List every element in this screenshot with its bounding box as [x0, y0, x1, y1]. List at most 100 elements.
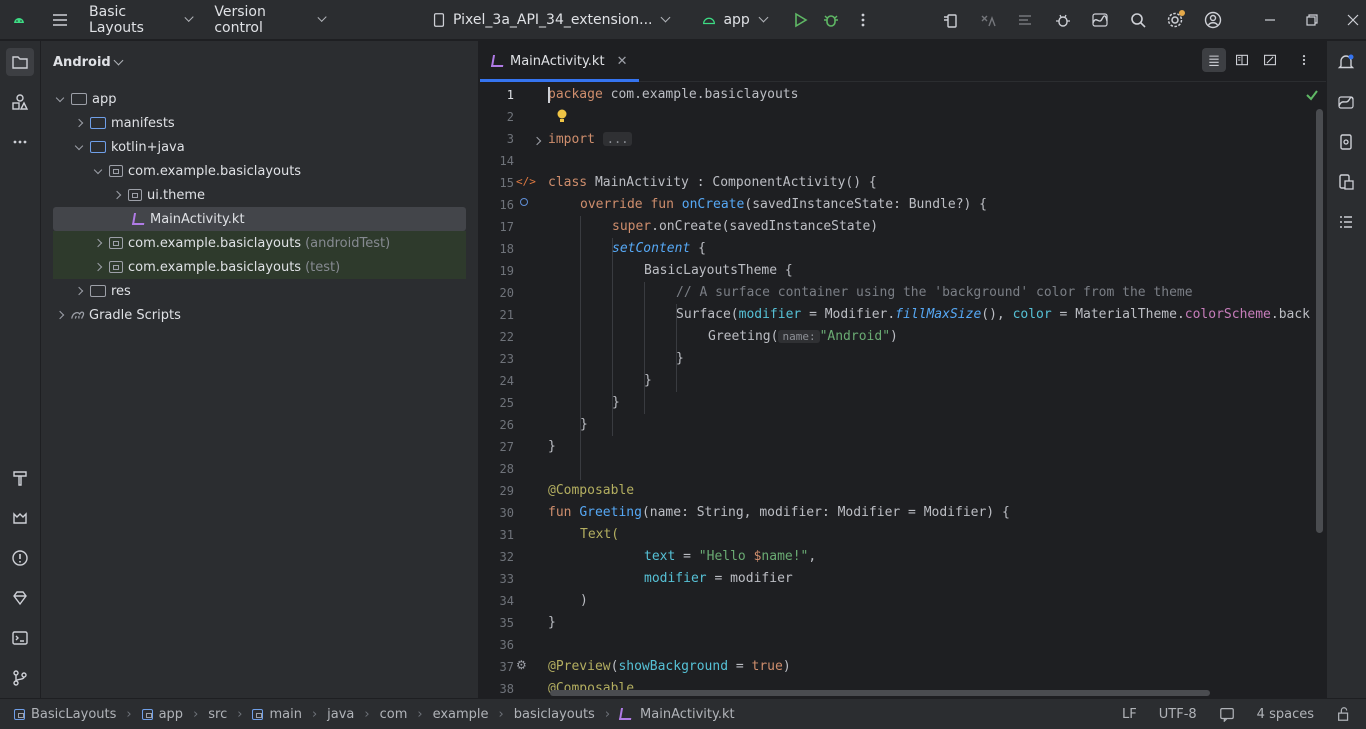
breadcrumb-item[interactable]: BasicLayouts [31, 707, 116, 722]
tree-item-gradle-scripts[interactable]: Gradle Scripts [53, 303, 466, 327]
code-editor[interactable]: package com.example.basiclayouts import … [548, 84, 1324, 698]
horizontal-scrollbar[interactable] [550, 690, 1210, 696]
bug-icon[interactable] [1050, 6, 1076, 34]
line-number: 23 [499, 352, 514, 366]
close-tab-icon[interactable]: ✕ [617, 54, 628, 69]
inspection-ok-icon[interactable] [1306, 89, 1318, 101]
tree-item-label: manifests [111, 115, 175, 131]
read-only-lock-icon[interactable] [1336, 706, 1352, 722]
line-number: 28 [499, 462, 514, 476]
module-icon [252, 708, 264, 720]
profiler-icon[interactable] [1087, 6, 1113, 34]
code-line: package com.example.basiclayouts [548, 87, 799, 102]
project-panel: Android app manifests kotlin+java com.ex… [41, 41, 479, 698]
code-line: @Composable [548, 483, 635, 498]
breadcrumb-item[interactable]: main [269, 707, 301, 722]
kotlin-file-icon [131, 213, 147, 225]
more-actions-icon[interactable] [850, 6, 876, 34]
restore-icon[interactable] [1299, 6, 1325, 34]
vertical-scrollbar[interactable] [1316, 109, 1323, 533]
module-icon [14, 708, 25, 720]
tree-item-res[interactable]: res [53, 279, 466, 303]
line-number: 15 [499, 176, 514, 190]
line-number: 26 [499, 418, 514, 432]
main-menu-icon[interactable] [48, 6, 74, 34]
breadcrumb-item[interactable]: com [380, 707, 408, 722]
run-icon[interactable] [787, 6, 813, 34]
project-tool-icon[interactable] [6, 48, 34, 76]
split-view-icon[interactable] [1230, 48, 1254, 72]
resource-manager-icon[interactable] [6, 88, 34, 116]
editor-tabs: MainActivity.kt ✕ [480, 41, 1326, 82]
preview-gear-icon[interactable]: ⚙ [516, 658, 527, 672]
run-config-selector[interactable]: app [693, 0, 774, 40]
app-quality-icon[interactable] [6, 584, 34, 612]
gemini-icon[interactable] [1332, 88, 1360, 116]
structure-icon[interactable] [1332, 208, 1360, 236]
close-window-icon[interactable] [1341, 6, 1366, 34]
device-icon [431, 6, 447, 34]
git-icon[interactable] [6, 664, 34, 692]
tree-item-package-test[interactable]: com.example.basiclayouts (test) [53, 255, 466, 279]
project-view-selector[interactable]: Android [41, 41, 478, 83]
build-icon[interactable] [6, 464, 34, 492]
chevron-down-icon [758, 12, 769, 23]
terminal-icon[interactable] [6, 624, 34, 652]
android-logo-icon[interactable] [6, 6, 32, 34]
format-icon[interactable] [1012, 6, 1038, 34]
tree-item-package-main[interactable]: com.example.basiclayouts [53, 159, 466, 183]
lightbulb-icon[interactable] [556, 109, 568, 123]
override-marker-icon[interactable] [520, 198, 528, 206]
breadcrumb-item[interactable]: src [208, 707, 227, 722]
breadcrumb-item[interactable]: app [159, 707, 183, 722]
encoding-widget[interactable]: UTF-8 [1159, 707, 1197, 722]
minimize-icon[interactable] [1258, 6, 1284, 34]
problems-icon[interactable] [6, 544, 34, 572]
tree-item-mainactivity[interactable]: MainActivity.kt [53, 207, 466, 231]
activity-marker-icon[interactable]: </> [516, 175, 536, 188]
cursor [548, 87, 550, 103]
settings-icon[interactable] [1162, 6, 1188, 34]
tab-mainactivity[interactable]: MainActivity.kt ✕ [480, 41, 640, 82]
device-selector[interactable]: Pixel_3a_API_34_extension... [423, 0, 677, 40]
tree-item-package-androidtest[interactable]: com.example.basiclayouts (androidTest) [53, 231, 466, 255]
line-number: 32 [499, 550, 514, 564]
indent-widget[interactable]: 4 spaces [1257, 707, 1314, 722]
code-line: super.onCreate(savedInstanceState) [612, 219, 879, 234]
fold-arrow-icon[interactable] [532, 133, 542, 148]
design-view-icon[interactable] [1258, 48, 1282, 72]
logcat-icon[interactable] [6, 504, 34, 532]
run-config-name: app [723, 11, 750, 28]
search-icon[interactable] [1125, 6, 1151, 34]
ai-assist-icon[interactable] [1219, 706, 1235, 722]
line-number: 37 [499, 660, 514, 674]
line-number: 22 [499, 330, 514, 344]
code-line: override fun onCreate(savedInstanceState… [580, 197, 988, 212]
more-tools-icon[interactable] [6, 128, 34, 156]
editor-options-icon[interactable] [1292, 48, 1316, 72]
vcs-selector[interactable]: Version control [206, 0, 333, 40]
line-number: 33 [499, 572, 514, 586]
translate-icon[interactable] [975, 6, 1001, 34]
tree-item-ui-theme[interactable]: ui.theme [53, 183, 466, 207]
breadcrumb-item[interactable]: example [433, 707, 489, 722]
account-icon[interactable] [1200, 6, 1226, 34]
code-line: } [644, 373, 652, 388]
project-selector[interactable]: Basic Layouts [81, 0, 200, 40]
resources-folder-icon [90, 285, 106, 297]
line-separator-widget[interactable]: LF [1122, 707, 1137, 722]
code-line: } [612, 395, 620, 410]
breadcrumb-item[interactable]: java [327, 707, 354, 722]
breadcrumb-item[interactable]: MainActivity.kt [640, 707, 735, 722]
device-manager-icon[interactable] [937, 6, 963, 34]
tree-item-manifests[interactable]: manifests [53, 111, 466, 135]
device-explorer-icon[interactable] [1332, 128, 1360, 156]
debug-icon[interactable] [818, 6, 844, 34]
code-view-icon[interactable] [1202, 48, 1226, 72]
tree-item-app[interactable]: app [53, 87, 466, 111]
code-line: Text( [580, 527, 620, 542]
tree-item-kotlin-java[interactable]: kotlin+java [53, 135, 466, 159]
breadcrumb-item[interactable]: basiclayouts [514, 707, 595, 722]
notifications-icon[interactable] [1332, 48, 1360, 76]
running-devices-icon[interactable] [1332, 168, 1360, 196]
